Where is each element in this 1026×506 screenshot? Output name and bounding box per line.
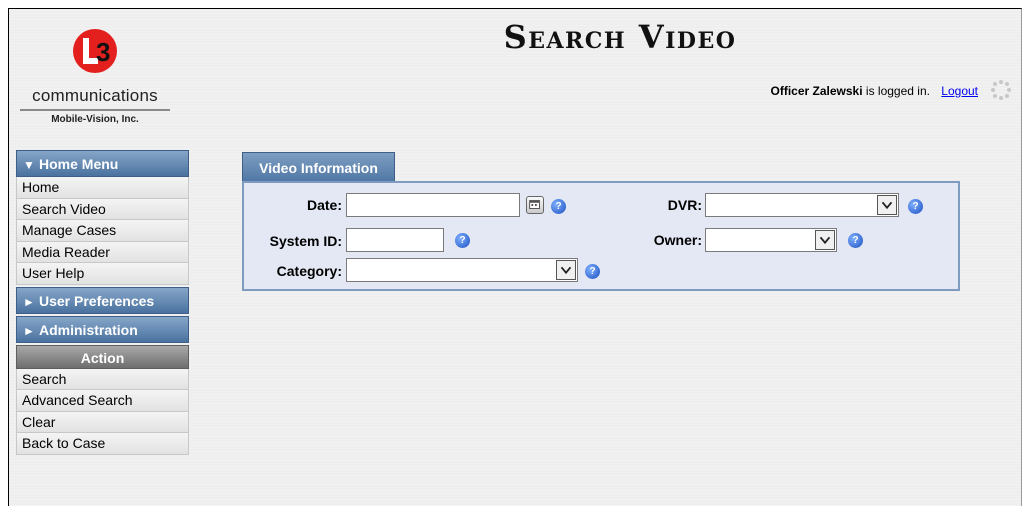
date-input[interactable] — [346, 193, 520, 217]
owner-label: Owner: — [653, 232, 702, 248]
system-id-help-icon[interactable]: ? — [455, 233, 470, 248]
action-item-advanced-search[interactable]: Advanced Search — [16, 390, 189, 412]
owner-select[interactable] — [705, 228, 837, 252]
l3-logo-icon: 3 — [73, 29, 117, 73]
sidebar: ▼ Home Menu Home Search Video Manage Case… — [16, 150, 189, 455]
owner-help-icon[interactable]: ? — [848, 233, 863, 248]
page-title: Search Video — [503, 18, 737, 56]
action-header: Action — [16, 344, 189, 369]
home-menu-title: Home Menu — [39, 156, 119, 172]
sidebar-item-manage-cases[interactable]: Manage Cases — [16, 220, 189, 242]
logout-link[interactable]: Logout — [941, 84, 978, 98]
user-preferences-title: User Preferences — [39, 292, 155, 309]
system-id-label: System ID: — [269, 233, 342, 249]
system-id-input[interactable] — [346, 228, 444, 252]
dvr-select[interactable] — [705, 193, 899, 217]
chevron-down-icon[interactable] — [877, 195, 897, 215]
sidebar-item-user-help[interactable]: User Help — [16, 263, 189, 285]
collapsed-arrow-icon: ► — [23, 294, 35, 309]
tab-video-information[interactable]: Video Information — [242, 152, 395, 182]
logo-company-text: communications — [32, 86, 158, 105]
action-item-search[interactable]: Search — [16, 368, 189, 390]
logo-mark-text: 3 — [96, 37, 110, 67]
dvr-label: DVR: — [667, 197, 702, 213]
administration-header[interactable]: ► Administration — [16, 315, 189, 343]
login-status-text: is logged in. — [865, 84, 930, 98]
company-logo: 3 communications Mobile-Vision, Inc. — [20, 24, 170, 134]
expanded-arrow-icon: ▼ — [23, 158, 35, 172]
logo-divider — [20, 109, 170, 111]
administration-title: Administration — [39, 321, 138, 338]
action-item-clear[interactable]: Clear — [16, 411, 189, 433]
logo-division-text: Mobile-Vision, Inc. — [51, 114, 139, 125]
sidebar-item-search-video[interactable]: Search Video — [16, 198, 189, 220]
loading-spinner-icon — [991, 80, 1011, 100]
category-select[interactable] — [346, 258, 578, 282]
sidebar-item-media-reader[interactable]: Media Reader — [16, 241, 189, 263]
user-status-bar: Officer Zalewski is logged in. Logout — [771, 84, 978, 98]
sidebar-item-home[interactable]: Home — [16, 177, 189, 199]
user-name: Officer Zalewski — [770, 84, 863, 98]
chevron-down-icon[interactable] — [815, 230, 835, 250]
date-help-icon[interactable]: ? — [551, 199, 566, 214]
user-preferences-header[interactable]: ► User Preferences — [16, 286, 189, 314]
date-label: Date: — [306, 197, 342, 213]
category-help-icon[interactable]: ? — [585, 264, 600, 279]
action-item-back-to-case[interactable]: Back to Case — [16, 433, 189, 455]
calendar-icon[interactable] — [526, 196, 544, 214]
home-menu-header[interactable]: ▼ Home Menu — [16, 150, 189, 177]
dvr-help-icon[interactable]: ? — [908, 199, 923, 214]
collapsed-arrow-icon: ► — [23, 323, 35, 338]
category-label: Category: — [276, 263, 342, 279]
chevron-down-icon[interactable] — [556, 260, 576, 280]
